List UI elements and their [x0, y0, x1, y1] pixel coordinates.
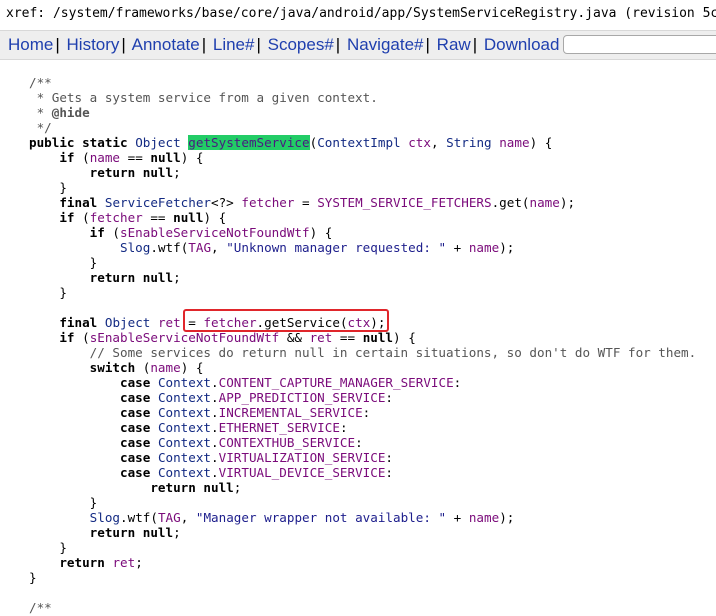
nav-history-link[interactable]: History — [67, 35, 120, 54]
code-line: if (sEnableServiceNotFoundWtf && ret == … — [59, 330, 416, 345]
code-line: return null; — [89, 165, 181, 180]
xref-path-text: xref: /system/frameworks/base/core/java/… — [6, 6, 716, 21]
code-line: return null; — [150, 480, 242, 495]
navigation-bar: Home | History | Annotate | Line# | Scopes# |… — [0, 30, 716, 60]
code-line: */ — [29, 120, 52, 135]
nav-annotate-link[interactable]: Annotate — [132, 35, 200, 54]
nav-separator: | — [256, 35, 261, 54]
code-line: public static Object getSystemService(Co… — [29, 135, 553, 150]
code-line: } — [29, 495, 98, 510]
code-line: } — [29, 570, 37, 585]
code-line: case Context.CONTENT_CAPTURE_MANAGER_SER… — [120, 375, 462, 390]
code-line: // Some services do return null in certa… — [29, 345, 697, 360]
code-line: return null; — [89, 525, 181, 540]
annotation-highlight-box — [183, 309, 389, 332]
code-line: return ret; — [59, 555, 143, 570]
source-code-view: /** * Gets a system service from a given… — [29, 75, 696, 615]
nav-separator: | — [472, 35, 478, 54]
code-line: Slog.wtf(TAG, "Unknown manager requested… — [120, 240, 515, 255]
code-line: Slog.wtf(TAG, "Manager wrapper not avail… — [89, 510, 515, 525]
search-input[interactable] — [563, 35, 716, 54]
code-line: } — [29, 285, 67, 300]
nav-separator: | — [425, 35, 430, 54]
code-line: final ServiceFetcher<?> fetcher = SYSTEM… — [59, 195, 576, 210]
code-line: case Context.VIRTUAL_DEVICE_SERVICE: — [120, 465, 394, 480]
code-line: if (name == null) { — [59, 150, 204, 165]
code-line: /** — [29, 600, 52, 615]
nav-raw-link[interactable]: Raw — [437, 35, 471, 54]
nav-separator: | — [121, 35, 126, 54]
nav-separator: | — [55, 35, 60, 54]
code-line: } — [29, 255, 98, 270]
nav-line-numbers-link[interactable]: Line# — [213, 35, 255, 54]
nav-download-link[interactable]: Download — [484, 35, 560, 54]
nav-separator: | — [335, 35, 341, 54]
code-line: * Gets a system service from a given con… — [29, 90, 378, 105]
code-line: case Context.APP_PREDICTION_SERVICE: — [120, 390, 394, 405]
code-line: } — [29, 540, 67, 555]
code-line: case Context.ETHERNET_SERVICE: — [120, 420, 348, 435]
code-line: case Context.VIRTUALIZATION_SERVICE: — [120, 450, 394, 465]
code-line: switch (name) { — [89, 360, 204, 375]
code-line: case Context.CONTEXTHUB_SERVICE: — [120, 435, 363, 450]
code-line: } — [29, 180, 67, 195]
code-line: * @hide — [29, 105, 90, 120]
code-line: /** — [29, 75, 52, 90]
nav-home-link[interactable]: Home — [8, 35, 53, 54]
code-line: return null; — [89, 270, 181, 285]
nav-navigate-link[interactable]: Navigate# — [347, 35, 424, 54]
code-line: case Context.INCREMENTAL_SERVICE: — [120, 405, 371, 420]
nav-separator: | — [201, 35, 207, 54]
code-line: if (fetcher == null) { — [59, 210, 227, 225]
nav-scopes-link[interactable]: Scopes# — [268, 35, 334, 54]
xref-path-bar: xref: /system/frameworks/base/core/java/… — [0, 0, 716, 28]
code-line: if (sEnableServiceNotFoundWtf) { — [89, 225, 333, 240]
